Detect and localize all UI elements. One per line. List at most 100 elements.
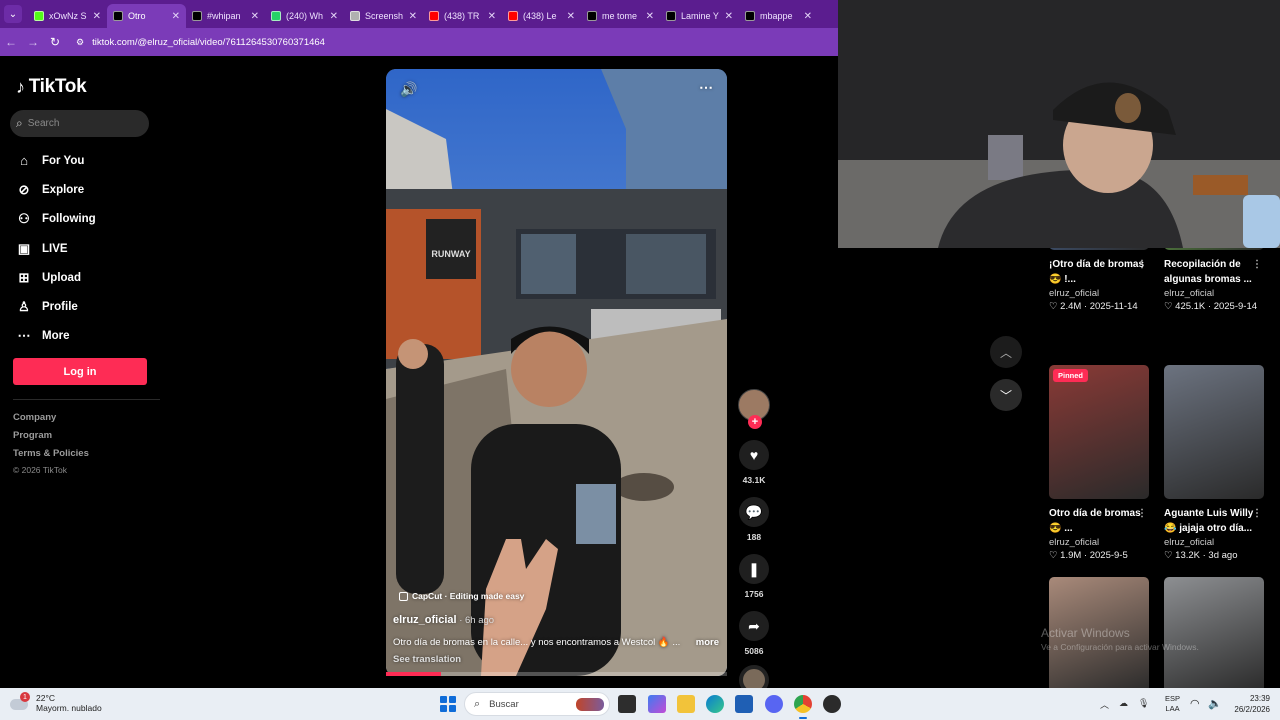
speaker-icon[interactable]: 🔈 — [1208, 697, 1222, 710]
creator-avatar[interactable]: + — [738, 389, 770, 429]
video-thumbnail[interactable] — [1164, 248, 1264, 250]
close-tab-icon[interactable]: ✕ — [330, 11, 338, 22]
close-tab-icon[interactable]: ✕ — [804, 11, 812, 22]
video-card-title[interactable]: Recopilación de algunas bromas ... — [1164, 259, 1252, 285]
browser-tab[interactable]: (240) Wh ✕ — [265, 4, 344, 28]
show-hidden-icons-icon[interactable]: ︿ — [1100, 698, 1109, 711]
save-action[interactable]: ❚ 1756 — [736, 554, 772, 600]
close-tab-icon[interactable]: ✕ — [646, 11, 654, 22]
tiktok-logo[interactable]: ♪ TikTok — [16, 76, 87, 98]
windows-logo-tile — [440, 705, 447, 712]
video-card-author[interactable]: elruz_oficial — [1049, 288, 1150, 299]
search-input[interactable]: ⌕ Search — [10, 110, 149, 137]
capcut-label[interactable]: CapCut · Editing made easy — [399, 591, 524, 601]
browser-tab[interactable]: (438) TR ✕ — [423, 4, 502, 28]
video-progress-bar[interactable] — [386, 672, 727, 676]
like-action[interactable]: ♥ 43.1K — [736, 440, 772, 486]
clock[interactable]: 23:39 26/2/2026 — [1230, 693, 1270, 715]
copilot-icon[interactable] — [648, 695, 666, 713]
video-author[interactable]: elruz_oficial — [393, 614, 457, 626]
next-video-button[interactable]: ﹀ — [990, 379, 1022, 411]
sidebar-item-more[interactable]: ⋯ More — [16, 322, 166, 351]
bookmark-icon[interactable]: ❚ — [739, 554, 769, 584]
caption-more-button[interactable]: more — [696, 637, 719, 648]
video-thumbnail[interactable] — [1049, 248, 1149, 250]
edge-icon[interactable] — [706, 695, 724, 713]
close-tab-icon[interactable]: ✕ — [409, 11, 417, 22]
browser-tab[interactable]: (438) Le ✕ — [502, 4, 581, 28]
close-tab-icon[interactable]: ✕ — [251, 11, 259, 22]
video-card-author[interactable]: elruz_oficial — [1049, 537, 1150, 548]
card-options-icon[interactable]: ⋮ — [1252, 257, 1262, 272]
close-tab-icon[interactable]: ✕ — [725, 11, 733, 22]
microphone-icon[interactable]: 🎙 — [1138, 698, 1149, 711]
browser-tab[interactable]: mbappe ✕ — [739, 4, 818, 28]
video-card-title[interactable]: Otro día de bromas 😎 ... — [1049, 508, 1141, 534]
video-card-author[interactable]: elruz_oficial — [1164, 537, 1265, 548]
sidebar-item-for-you[interactable]: ⌂ For You — [16, 146, 166, 175]
video-card[interactable]: Aguante Luis Willy 😂 jajaja otro día... ⋮… — [1164, 365, 1265, 561]
see-translation-link[interactable]: See translation — [393, 654, 461, 665]
store-icon[interactable] — [735, 695, 753, 713]
close-tab-icon[interactable]: ✕ — [488, 11, 496, 22]
chrome-icon[interactable] — [794, 695, 812, 719]
back-button[interactable]: ← — [0, 35, 22, 49]
task-view-icon[interactable] — [618, 695, 636, 713]
browser-tab[interactable]: Lamine Y ✕ — [660, 4, 739, 28]
video-card[interactable]: Pinned Otro día de bromas 😎 ... ⋮ elruz_ofi… — [1049, 365, 1150, 561]
discord-icon[interactable] — [765, 695, 783, 713]
browser-tab[interactable]: Otro ✕ — [107, 4, 186, 28]
video-thumbnail[interactable] — [1164, 365, 1264, 499]
wifi-icon[interactable]: ◠ — [1190, 697, 1200, 710]
share-action[interactable]: ➦ 5086 — [736, 611, 772, 657]
sidebar-item-explore[interactable]: ⊘ Explore — [16, 175, 166, 204]
sidebar-item-following[interactable]: ⚇ Following — [16, 205, 166, 234]
sidebar-item-profile[interactable]: ♙ Profile — [16, 292, 166, 321]
browser-tab[interactable]: xOwNz S ✕ — [28, 4, 107, 28]
video-card[interactable]: Recopilación de algunas bromas ... ⋮ elruz… — [1164, 248, 1265, 312]
video-card[interactable]: ¡Otro día de bromas 😎 !... ⋮ elruz_oficial… — [1049, 248, 1150, 312]
comment-action[interactable]: 💬 188 — [736, 497, 772, 543]
video-card-title[interactable]: Aguante Luis Willy 😂 jajaja otro día... — [1164, 508, 1253, 534]
weather-widget[interactable]: 1 22°C Mayorm. nublado — [10, 692, 102, 713]
file-explorer-icon[interactable] — [677, 695, 695, 713]
heart-icon[interactable]: ♥ — [739, 440, 769, 470]
video-player[interactable]: RUNWAY 🔊 ⋯ — [386, 69, 727, 676]
follow-plus-icon[interactable]: + — [748, 415, 762, 429]
start-button[interactable] — [440, 696, 456, 712]
video-options-icon[interactable]: ⋯ — [699, 79, 713, 96]
footer-link-program[interactable]: Program — [13, 430, 89, 448]
card-options-icon[interactable]: ⋮ — [1137, 257, 1147, 272]
previous-video-button[interactable]: ︿ — [990, 336, 1022, 368]
tab-title: xOwNz S — [49, 11, 87, 21]
login-button[interactable]: Log in — [13, 358, 147, 385]
video-thumbnail[interactable]: Pinned — [1049, 365, 1149, 499]
card-options-icon[interactable]: ⋮ — [1252, 506, 1262, 521]
close-tab-icon[interactable]: ✕ — [93, 11, 101, 22]
forward-button[interactable]: → — [22, 35, 44, 49]
language-indicator[interactable]: ESP LAA — [1165, 694, 1180, 714]
card-options-icon[interactable]: ⋮ — [1137, 506, 1147, 521]
browser-tab[interactable]: me tome ✕ — [581, 4, 660, 28]
sidebar-item-upload[interactable]: ⊞ Upload — [16, 263, 166, 292]
close-tab-icon[interactable]: ✕ — [567, 11, 575, 22]
taskbar-search[interactable]: ⌕ Buscar — [464, 692, 610, 716]
network-icon[interactable]: ☁ — [1119, 698, 1128, 711]
browser-tab[interactable]: Screensh ✕ — [344, 4, 423, 28]
footer-link-company[interactable]: Company — [13, 412, 89, 430]
tab-title: (438) Le — [523, 11, 557, 21]
share-icon[interactable]: ➦ — [739, 611, 769, 641]
close-tab-icon[interactable]: ✕ — [172, 11, 180, 22]
browser-tab[interactable]: #whipan ✕ — [186, 4, 265, 28]
footer-link-terms[interactable]: Terms & Policies — [13, 448, 89, 466]
volume-icon[interactable]: 🔊 — [400, 81, 417, 98]
sidebar-item-live[interactable]: ▣ LIVE — [16, 234, 166, 263]
url-field[interactable]: ⚙ tiktok.com/@elruz_oficial/video/761126… — [76, 37, 325, 48]
video-card-author[interactable]: elruz_oficial — [1164, 288, 1265, 299]
reload-button[interactable]: ↻ — [44, 35, 66, 49]
video-card-title[interactable]: ¡Otro día de bromas 😎 !... — [1049, 259, 1144, 285]
tab-list-button[interactable]: ⌄ — [4, 5, 22, 23]
obs-icon[interactable] — [823, 695, 841, 713]
comment-icon[interactable]: 💬 — [739, 497, 769, 527]
site-info-icon[interactable]: ⚙ — [76, 37, 84, 48]
